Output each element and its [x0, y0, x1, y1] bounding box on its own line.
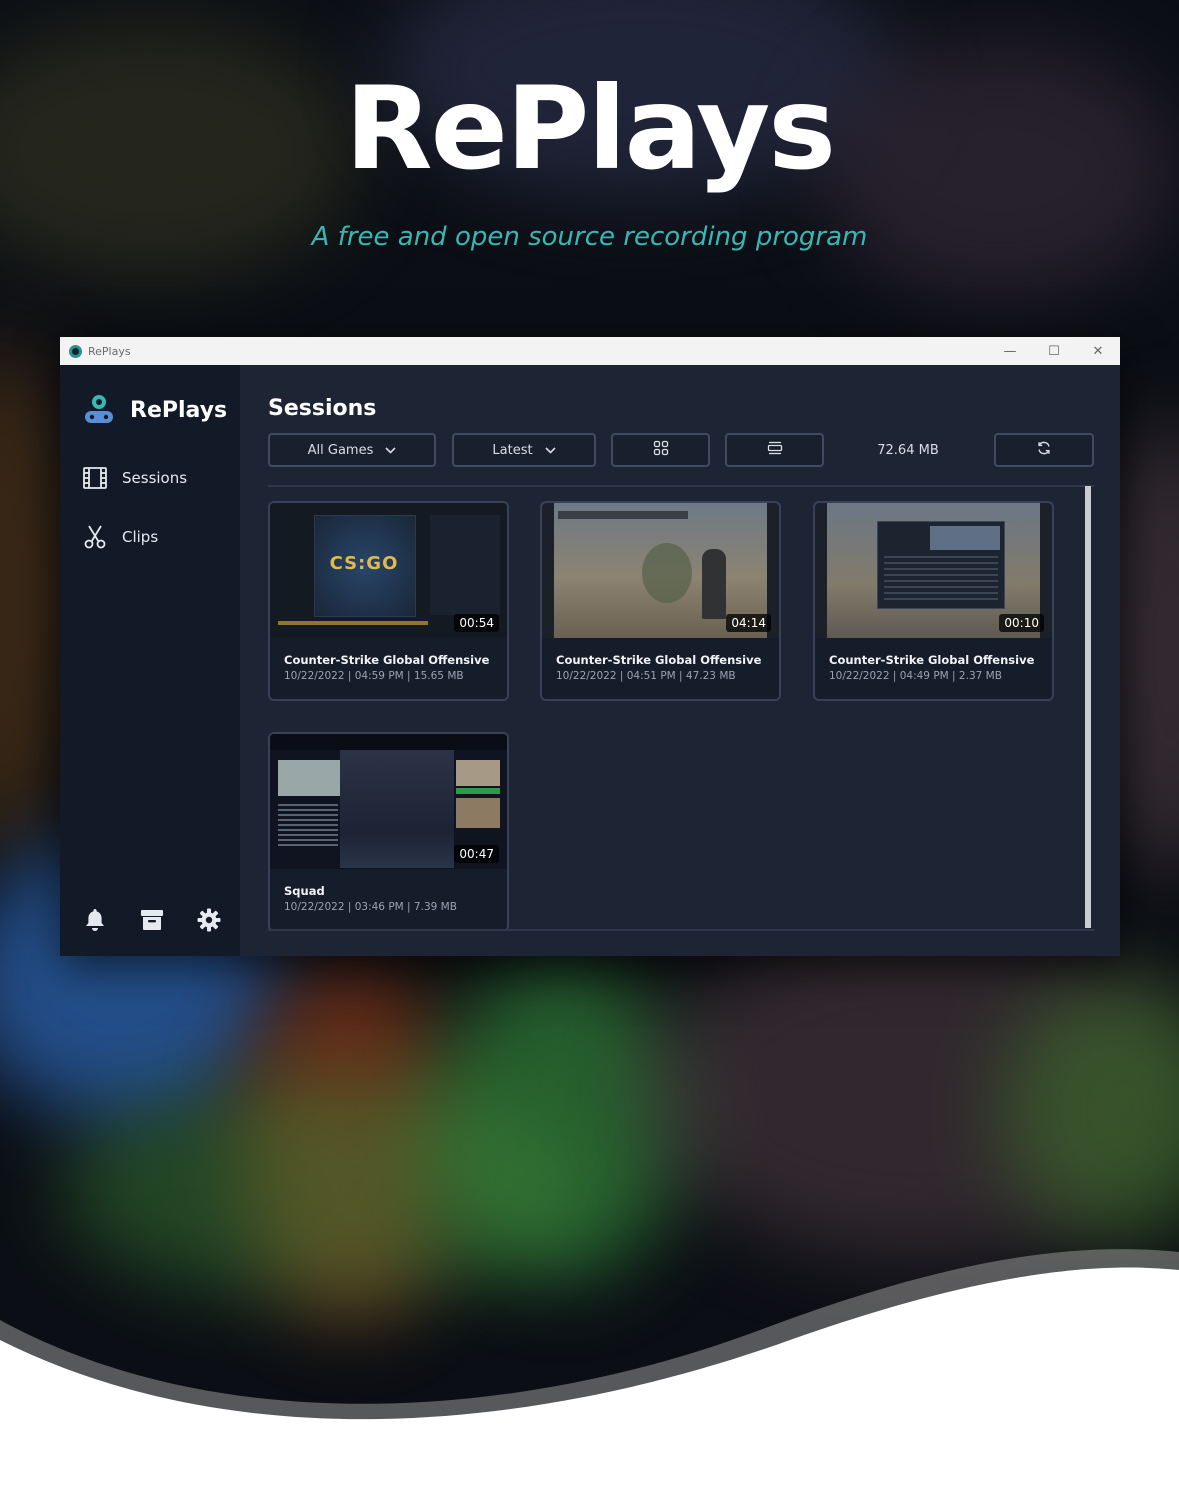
chevron-down-icon — [385, 443, 396, 458]
sort-dropdown[interactable]: Latest — [452, 433, 596, 467]
bell-icon[interactable] — [82, 907, 108, 933]
session-thumbnail: 00:47 — [270, 734, 507, 869]
session-meta: 10/22/2022 | 04:59 PM | 15.65 MB — [284, 670, 464, 682]
toolbar: All Games Latest 72.64 MB — [268, 433, 1094, 469]
grid-icon — [653, 440, 669, 460]
gear-icon[interactable] — [196, 907, 222, 933]
brand-name: RePlays — [130, 397, 228, 423]
grid-view-button[interactable] — [611, 433, 710, 467]
duration-badge: 00:47 — [454, 845, 499, 863]
refresh-button[interactable] — [994, 433, 1094, 467]
sidebar-footer — [82, 907, 222, 933]
session-card[interactable]: 00:10 Counter-Strike Global Offensive 10… — [813, 501, 1054, 701]
hero-subtitle: A free and open source recording program — [311, 222, 868, 252]
session-thumbnail: CS:GO 00:54 — [270, 503, 507, 638]
gamepad-logo-icon — [82, 393, 116, 427]
close-button[interactable]: ✕ — [1076, 337, 1120, 365]
window-title: RePlays — [88, 344, 131, 358]
sort-label: Latest — [492, 442, 533, 458]
list-view-button[interactable] — [725, 433, 824, 467]
session-thumbnail: 00:10 — [815, 503, 1052, 638]
session-meta: 10/22/2022 | 04:51 PM | 47.23 MB — [556, 670, 736, 682]
refresh-icon — [1036, 440, 1052, 460]
page-title: Sessions — [268, 396, 377, 421]
duration-badge: 04:14 — [726, 614, 771, 632]
chevron-down-icon — [545, 443, 556, 458]
minimize-button[interactable]: — — [988, 337, 1032, 365]
session-card[interactable]: 04:14 Counter-Strike Global Offensive 10… — [540, 501, 781, 701]
hero-title: RePlays — [344, 62, 836, 195]
session-game-title: Squad — [284, 884, 325, 898]
session-game-title: Counter-Strike Global Offensive — [556, 653, 762, 667]
session-card[interactable]: 00:47 Squad 10/22/2022 | 03:46 PM | 7.39… — [268, 732, 509, 929]
app-logo-icon — [69, 344, 82, 358]
maximize-button[interactable]: ☐ — [1032, 337, 1076, 365]
session-thumbnail: 04:14 — [542, 503, 779, 638]
thumbnail-logo-text: CS:GO — [329, 553, 399, 574]
sidebar: RePlays Sessions Clips — [60, 365, 240, 956]
app-window: RePlays — ☐ ✕ RePlays Sessions Clips Ses… — [60, 337, 1120, 956]
session-card[interactable]: CS:GO 00:54 Counter-Strike Global Offens… — [268, 501, 509, 701]
duration-badge: 00:54 — [454, 614, 499, 632]
main-content: Sessions All Games Latest 72.64 MB CS:GO… — [240, 365, 1120, 956]
duration-badge: 00:10 — [999, 614, 1044, 632]
scissors-icon — [82, 524, 108, 550]
sidebar-item-clips[interactable]: Clips — [82, 524, 158, 550]
session-meta: 10/22/2022 | 03:46 PM | 7.39 MB — [284, 901, 457, 913]
sessions-grid: CS:GO 00:54 Counter-Strike Global Offens… — [268, 485, 1094, 931]
brand: RePlays — [82, 393, 227, 427]
session-meta: 10/22/2022 | 04:49 PM | 2.37 MB — [829, 670, 1002, 682]
film-icon — [82, 465, 108, 491]
list-icon — [767, 440, 783, 460]
session-game-title: Counter-Strike Global Offensive — [284, 653, 490, 667]
white-wave-shape — [0, 1249, 1179, 1500]
total-size-label: 72.64 MB — [877, 442, 939, 458]
archive-icon[interactable] — [139, 907, 165, 933]
session-game-title: Counter-Strike Global Offensive — [829, 653, 1035, 667]
sidebar-item-label: Sessions — [122, 469, 188, 487]
sidebar-item-label: Clips — [122, 528, 159, 546]
grid-scrollbar[interactable] — [1085, 486, 1091, 928]
sidebar-item-sessions[interactable]: Sessions — [82, 465, 187, 491]
game-filter-dropdown[interactable]: All Games — [268, 433, 436, 467]
game-filter-label: All Games — [307, 442, 374, 458]
window-titlebar[interactable]: RePlays — ☐ ✕ — [60, 337, 1120, 365]
